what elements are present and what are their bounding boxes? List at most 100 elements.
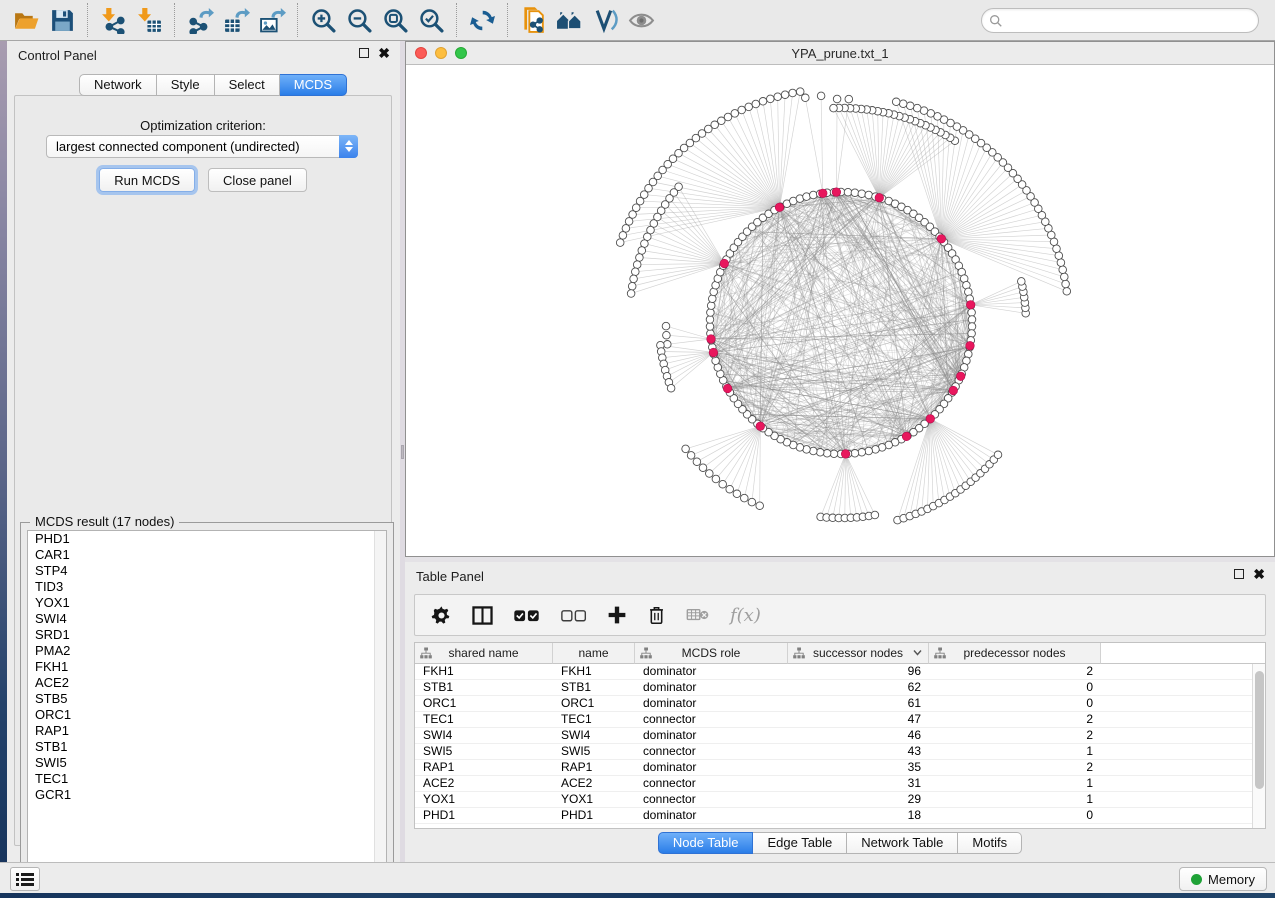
cell-shared-name[interactable]: YOX1: [415, 792, 553, 807]
table-row[interactable]: TEC1TEC1connector472: [415, 712, 1252, 728]
cell-name[interactable]: FKH1: [553, 664, 635, 679]
export-image-icon[interactable]: [254, 2, 290, 38]
cell-name[interactable]: SWI4: [553, 728, 635, 743]
cell-predecessor-nodes[interactable]: 0: [929, 680, 1101, 695]
zoom-selected-icon[interactable]: [413, 2, 449, 38]
save-session-icon[interactable]: [44, 2, 80, 38]
table-settings-gear-icon[interactable]: [431, 605, 452, 626]
refresh-network-icon[interactable]: [464, 2, 500, 38]
new-network-from-selection-icon[interactable]: [515, 2, 551, 38]
mcds-result-item[interactable]: SWI4: [28, 611, 386, 627]
cell-successor-nodes[interactable]: 61: [788, 696, 929, 711]
memory-button[interactable]: Memory: [1179, 867, 1267, 891]
mcds-result-item[interactable]: RAP1: [28, 723, 386, 739]
mcds-result-item[interactable]: SWI5: [28, 755, 386, 771]
cell-MCDS-role[interactable]: dominator: [635, 760, 788, 775]
float-table-panel-icon[interactable]: [1234, 569, 1244, 579]
zoom-in-icon[interactable]: [305, 2, 341, 38]
cell-successor-nodes[interactable]: 47: [788, 712, 929, 727]
tab-select[interactable]: Select: [215, 74, 280, 96]
cell-successor-nodes[interactable]: 31: [788, 776, 929, 791]
import-table-file-icon[interactable]: [131, 2, 167, 38]
network-canvas[interactable]: [406, 65, 1274, 556]
mcds-result-item[interactable]: TEC1: [28, 771, 386, 787]
cell-successor-nodes[interactable]: 29: [788, 792, 929, 807]
scrollbar-thumb[interactable]: [1255, 671, 1264, 789]
cell-name[interactable]: ORC1: [553, 696, 635, 711]
cell-name[interactable]: TEC1: [553, 712, 635, 727]
table-row[interactable]: ACE2ACE2connector311: [415, 776, 1252, 792]
table-row[interactable]: SWI5SWI5connector431: [415, 744, 1252, 760]
column-header-shared-name[interactable]: shared name: [415, 643, 553, 664]
cell-successor-nodes[interactable]: 96: [788, 664, 929, 679]
table-row[interactable]: ORC1ORC1dominator610: [415, 696, 1252, 712]
cell-name[interactable]: STB1: [553, 680, 635, 695]
cell-MCDS-role[interactable]: connector: [635, 776, 788, 791]
table-row[interactable]: RAP1RAP1dominator352: [415, 760, 1252, 776]
cell-MCDS-role[interactable]: dominator: [635, 680, 788, 695]
splitter-handle[interactable]: [401, 445, 404, 459]
zoom-fit-icon[interactable]: [377, 2, 413, 38]
cell-shared-name[interactable]: FKH1: [415, 664, 553, 679]
cell-MCDS-role[interactable]: connector: [635, 712, 788, 727]
zoom-out-icon[interactable]: [341, 2, 377, 38]
cell-predecessor-nodes[interactable]: 1: [929, 744, 1101, 759]
import-network-file-icon[interactable]: [95, 2, 131, 38]
column-header-predecessor-nodes[interactable]: predecessor nodes: [929, 643, 1101, 664]
hide-graphics-details-icon[interactable]: [587, 2, 623, 38]
table-row[interactable]: YOX1YOX1connector291: [415, 792, 1252, 808]
cell-predecessor-nodes[interactable]: 2: [929, 712, 1101, 727]
optimization-criterion-select[interactable]: largest connected component (undirected): [46, 135, 358, 158]
cell-name[interactable]: ACE2: [553, 776, 635, 791]
table-row[interactable]: FKH1FKH1dominator962: [415, 664, 1252, 680]
tab-network-table[interactable]: Network Table: [847, 832, 958, 854]
export-network-icon[interactable]: [182, 2, 218, 38]
cell-successor-nodes[interactable]: 18: [788, 808, 929, 823]
show-graphics-details-icon[interactable]: [623, 2, 659, 38]
cell-shared-name[interactable]: TEC1: [415, 712, 553, 727]
cell-name[interactable]: YOX1: [553, 792, 635, 807]
select-all-columns-icon[interactable]: [513, 608, 540, 623]
mcds-result-item[interactable]: STB5: [28, 691, 386, 707]
mcds-result-item[interactable]: CAR1: [28, 547, 386, 563]
cell-MCDS-role[interactable]: dominator: [635, 728, 788, 743]
export-table-icon[interactable]: [218, 2, 254, 38]
mcds-result-item[interactable]: ORC1: [28, 707, 386, 723]
mcds-result-list[interactable]: PHD1CAR1STP4TID3YOX1SWI4SRD1PMA2FKH1ACE2…: [27, 530, 387, 886]
cell-name[interactable]: PHD1: [553, 808, 635, 823]
mcds-result-item[interactable]: STB1: [28, 739, 386, 755]
mcds-result-item[interactable]: PHD1: [28, 531, 386, 547]
tab-motifs[interactable]: Motifs: [958, 832, 1022, 854]
task-history-button[interactable]: [10, 867, 40, 891]
mcds-result-item[interactable]: TID3: [28, 579, 386, 595]
cell-shared-name[interactable]: PHD1: [415, 808, 553, 823]
table-row[interactable]: STB1STB1dominator620: [415, 680, 1252, 696]
tab-edge-table[interactable]: Edge Table: [753, 832, 847, 854]
cell-predecessor-nodes[interactable]: 2: [929, 664, 1101, 679]
tab-mcds[interactable]: MCDS: [280, 74, 347, 96]
mcds-result-item[interactable]: PMA2: [28, 643, 386, 659]
column-view-icon[interactable]: [472, 606, 493, 625]
cell-shared-name[interactable]: ACE2: [415, 776, 553, 791]
cell-predecessor-nodes[interactable]: 0: [929, 808, 1101, 823]
close-panel-icon[interactable]: ✖: [378, 48, 390, 58]
cell-predecessor-nodes[interactable]: 2: [929, 760, 1101, 775]
list-scrollbar[interactable]: [374, 531, 386, 885]
deselect-all-columns-icon[interactable]: [560, 608, 587, 623]
tab-node-table[interactable]: Node Table: [658, 832, 754, 854]
float-panel-icon[interactable]: [359, 48, 369, 58]
mcds-result-item[interactable]: FKH1: [28, 659, 386, 675]
cell-shared-name[interactable]: SWI4: [415, 728, 553, 743]
run-mcds-button[interactable]: Run MCDS: [99, 168, 195, 192]
tab-network[interactable]: Network: [79, 74, 157, 96]
cell-successor-nodes[interactable]: 43: [788, 744, 929, 759]
cell-shared-name[interactable]: STB1: [415, 680, 553, 695]
mcds-result-item[interactable]: SRD1: [28, 627, 386, 643]
column-header-name[interactable]: name: [553, 643, 635, 664]
open-file-icon[interactable]: [8, 2, 44, 38]
mcds-result-item[interactable]: ACE2: [28, 675, 386, 691]
search-input[interactable]: [1003, 13, 1258, 28]
cell-MCDS-role[interactable]: connector: [635, 792, 788, 807]
cell-predecessor-nodes[interactable]: 2: [929, 728, 1101, 743]
mcds-result-item[interactable]: STP4: [28, 563, 386, 579]
